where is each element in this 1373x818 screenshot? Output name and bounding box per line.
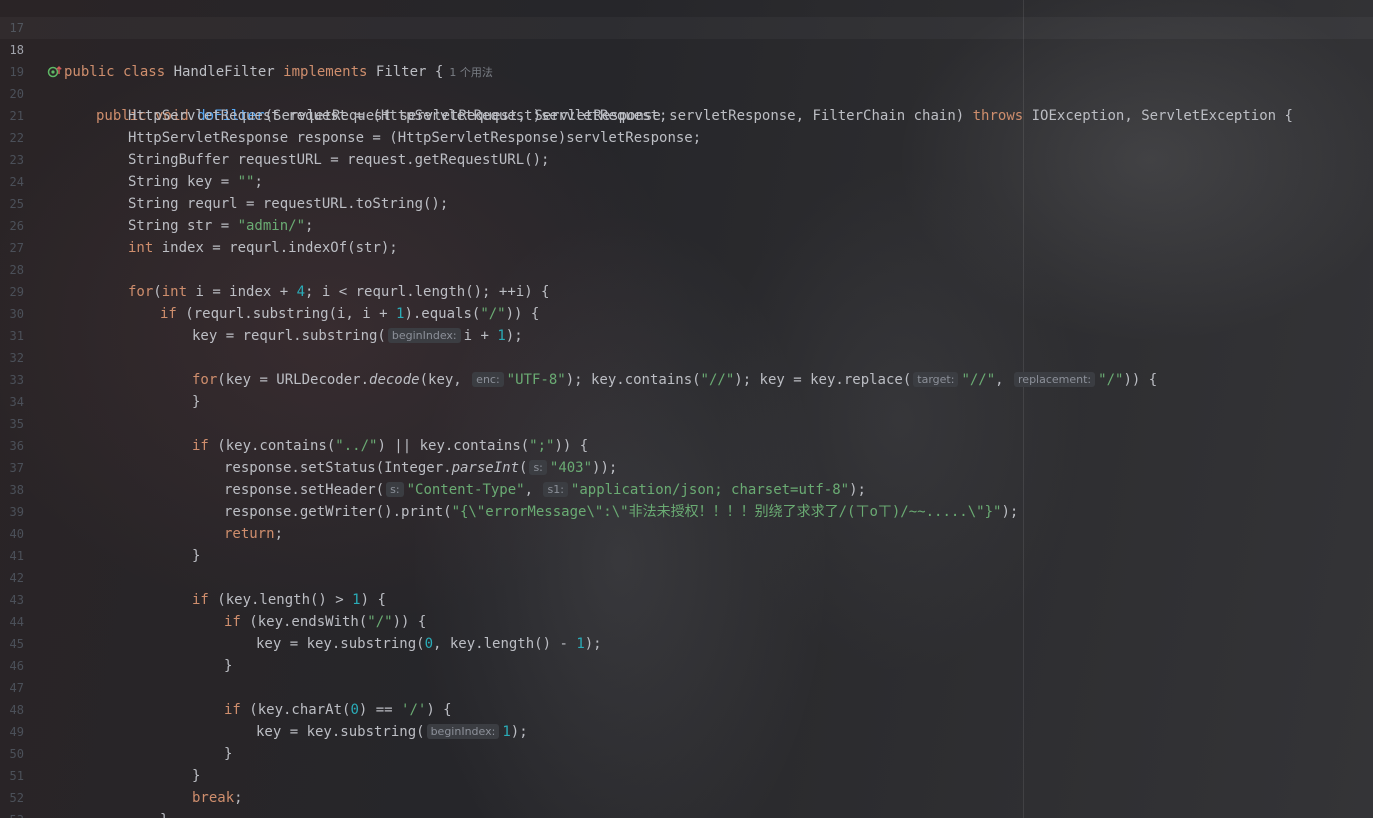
code-line-40[interactable]: 40 } bbox=[0, 501, 1373, 564]
code-line-46[interactable]: 46 bbox=[0, 633, 1373, 673]
code-line-26[interactable]: 26 int index = requrl.indexOf(str); bbox=[0, 193, 1373, 256]
code-line-37[interactable]: 37 response.setHeader(s: "Content-Type", … bbox=[0, 435, 1373, 498]
code-line-28[interactable]: 28 for(int i = index + 4; i < requrl.len… bbox=[0, 237, 1373, 300]
code-line-29[interactable]: 29 if (requrl.substring(i, i + 1).equals… bbox=[0, 259, 1373, 322]
code-line-48[interactable]: 48 key = key.substring(beginIndex: 1); bbox=[0, 677, 1373, 740]
code-line-53[interactable]: 53 } bbox=[0, 787, 1373, 818]
code-line-24[interactable]: 24 String requrl = requestURL.toString()… bbox=[0, 149, 1373, 212]
code-line-52[interactable]: 52 } bbox=[0, 765, 1373, 818]
code-line-23[interactable]: 23 String key = ""; bbox=[0, 127, 1373, 190]
code-line-18[interactable]: 18 public class HandleFilter implements … bbox=[0, 17, 1373, 80]
code-text: } bbox=[160, 809, 168, 818]
code-line-36[interactable]: 36 response.setStatus(Integer.parseInt(s… bbox=[0, 413, 1373, 476]
code-line-51[interactable]: 51 break; bbox=[0, 743, 1373, 806]
line-number: 53 bbox=[0, 809, 24, 818]
code-line-47[interactable]: 47 if (key.charAt(0) == '/') { bbox=[0, 655, 1373, 718]
code-line-31[interactable]: 31 bbox=[0, 303, 1373, 343]
code-line-42[interactable]: 42 if (key.length() > 1) { bbox=[0, 545, 1373, 608]
code-line-22[interactable]: 22 StringBuffer requestURL = request.get… bbox=[0, 105, 1373, 168]
code-line-49[interactable]: 49 } bbox=[0, 699, 1373, 762]
code-line-32[interactable]: 32 for(key = URLDecoder.decode(key, enc:… bbox=[0, 325, 1373, 388]
code-line-45[interactable]: 45 } bbox=[0, 611, 1373, 674]
code-line-33[interactable]: 33 } bbox=[0, 347, 1373, 410]
code-editor[interactable]: 17 18 public class HandleFilter implemen… bbox=[0, 0, 1373, 818]
code-line-19[interactable]: 19 public void doFilter(ServletRequest s… bbox=[0, 39, 1373, 124]
code-line-25[interactable]: 25 String str = "admin/"; bbox=[0, 171, 1373, 234]
code-line-27[interactable]: 27 bbox=[0, 215, 1373, 255]
code-line-50[interactable]: 50 } bbox=[0, 721, 1373, 784]
code-line-20[interactable]: 20 HttpServletRequest request = (HttpSer… bbox=[0, 61, 1373, 124]
code-line-35[interactable]: 35 if (key.contains("../") || key.contai… bbox=[0, 391, 1373, 454]
code-line-44[interactable]: 44 key = key.substring(0, key.length() -… bbox=[0, 589, 1373, 652]
code-line-38[interactable]: 38 response.getWriter().print("{\"errorM… bbox=[0, 457, 1373, 520]
code-line-21[interactable]: 21 HttpServletResponse response = (HttpS… bbox=[0, 83, 1373, 146]
code-line-39[interactable]: 39 return; bbox=[0, 479, 1373, 542]
code-line-17[interactable]: 17 bbox=[0, 0, 1373, 35]
code-line-41[interactable]: 41 bbox=[0, 523, 1373, 563]
code-line-34[interactable]: 34 bbox=[0, 369, 1373, 409]
code-line-43[interactable]: 43 if (key.endsWith("/")) { bbox=[0, 567, 1373, 630]
code-line-30[interactable]: 30 key = requrl.substring(beginIndex: i +… bbox=[0, 281, 1373, 344]
